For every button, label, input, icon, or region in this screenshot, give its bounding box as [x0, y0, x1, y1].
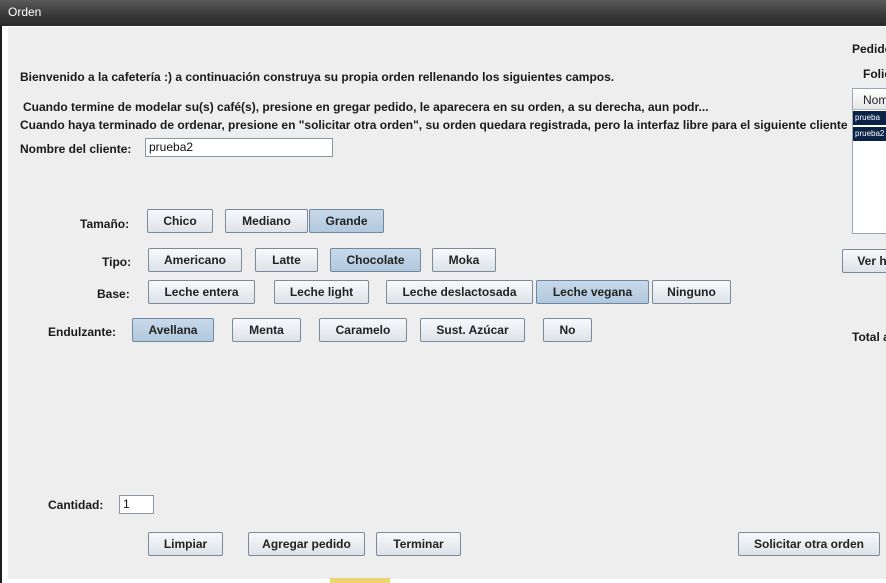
type-moka-button[interactable]: Moka [432, 248, 496, 272]
orders-list-header-name: Nom [863, 93, 886, 107]
base-ninguno-button[interactable]: Ninguno [652, 280, 731, 304]
sweetener-no-button[interactable]: No [543, 318, 592, 342]
list-item[interactable]: prueba2 [853, 127, 886, 141]
total-label: Total a [852, 330, 886, 344]
taskbar-glow [330, 578, 390, 583]
type-label: Tipo: [102, 255, 132, 269]
welcome-text: Bienvenido a la cafetería :) a continuac… [20, 70, 615, 84]
size-chico-button[interactable]: Chico [147, 209, 213, 233]
list-item[interactable]: prueba [853, 111, 886, 125]
pedidos-label: Pedido [852, 42, 886, 56]
sweetener-label: Endulzante: [48, 325, 116, 339]
ver-button[interactable]: Ver h [842, 249, 886, 273]
instructions-line-2: Cuando haya terminado de ordenar, presio… [20, 118, 848, 132]
sweetener-avellana-button[interactable]: Avellana [132, 318, 214, 342]
folio-label: Folic [863, 67, 886, 81]
window-title: Orden [8, 5, 42, 19]
main-panel: Bienvenido a la cafetería :) a continuac… [8, 27, 886, 579]
window-title-bar[interactable]: Orden [0, 0, 886, 26]
base-leche-entera-button[interactable]: Leche entera [148, 280, 255, 304]
agregar-pedido-button[interactable]: Agregar pedido [248, 532, 365, 556]
base-label: Base: [97, 287, 130, 301]
orders-list-header[interactable]: Nom [853, 92, 886, 110]
terminar-button[interactable]: Terminar [376, 532, 461, 556]
instructions-line-1: Cuando termine de modelar su(s) café(s),… [23, 100, 709, 114]
base-leche-deslactosada-button[interactable]: Leche deslactosada [386, 280, 533, 304]
client-name-label: Nombre del cliente: [20, 142, 132, 156]
size-grande-button[interactable]: Grande [309, 209, 384, 233]
base-leche-vegana-button[interactable]: Leche vegana [536, 280, 649, 304]
type-chocolate-button[interactable]: Chocolate [330, 248, 421, 272]
base-leche-light-button[interactable]: Leche light [274, 280, 369, 304]
solicitar-otra-orden-button[interactable]: Solicitar otra orden [738, 532, 880, 556]
quantity-label: Cantidad: [48, 498, 104, 512]
limpiar-button[interactable]: Limpiar [148, 532, 223, 556]
size-label: Tamaño: [80, 217, 130, 231]
sweetener-menta-button[interactable]: Menta [232, 318, 301, 342]
type-latte-button[interactable]: Latte [255, 248, 318, 272]
sweetener-caramelo-button[interactable]: Caramelo [319, 318, 407, 342]
client-name-field[interactable]: prueba2 [145, 138, 333, 157]
type-americano-button[interactable]: Americano [148, 248, 242, 272]
sweetener-sust-azucar-button[interactable]: Sust. Azúcar [420, 318, 525, 342]
quantity-field[interactable]: 1 [119, 495, 154, 514]
size-mediano-button[interactable]: Mediano [225, 209, 308, 233]
